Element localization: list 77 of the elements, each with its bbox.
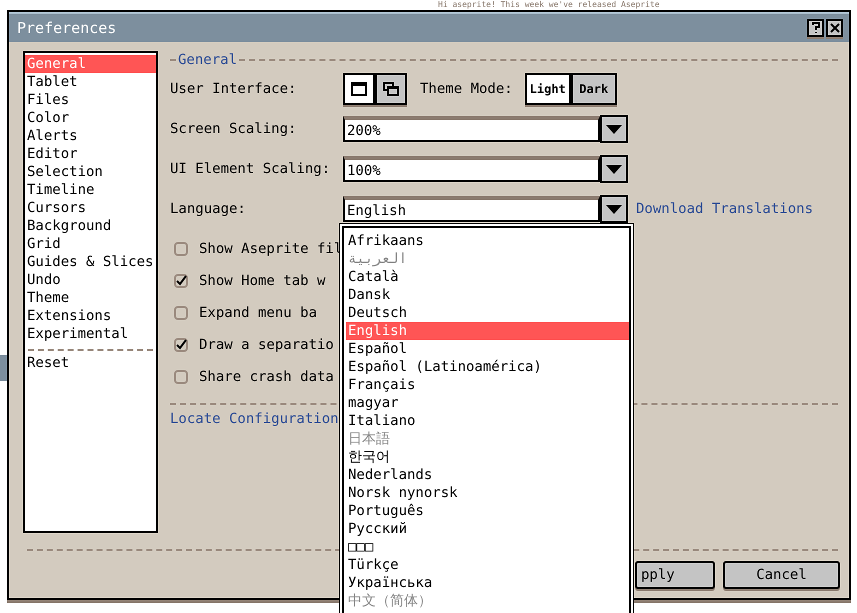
checkbox-label: Show Aseprite fil xyxy=(199,241,342,257)
single-window-button[interactable] xyxy=(343,73,375,105)
theme-mode-button[interactable]: Dark xyxy=(570,73,617,105)
language-option[interactable]: Português xyxy=(346,502,629,520)
category-item[interactable]: Color xyxy=(25,109,156,127)
language-option[interactable]: Русский xyxy=(346,520,629,538)
checkbox[interactable] xyxy=(174,242,188,256)
reset-item[interactable]: Reset xyxy=(25,354,156,372)
download-translations-link[interactable]: Download Translations xyxy=(636,201,814,217)
category-item[interactable]: Editor xyxy=(25,145,156,163)
language-option[interactable]: Français xyxy=(346,376,629,394)
close-button[interactable] xyxy=(826,19,843,37)
language-option[interactable]: 한국어 xyxy=(346,448,629,466)
category-item[interactable]: Theme xyxy=(25,289,156,307)
caret-icon xyxy=(606,124,622,134)
category-item[interactable]: Undo xyxy=(25,271,156,289)
language-option[interactable]: magyar xyxy=(346,394,629,412)
caret-icon xyxy=(606,164,622,174)
field-label: Screen Scaling: xyxy=(170,121,298,137)
checkbox-label: Show Home tab w xyxy=(199,273,326,289)
category-item[interactable]: Selection xyxy=(25,163,156,181)
field-label: Theme Mode: xyxy=(420,81,513,97)
checkbox[interactable] xyxy=(174,370,188,384)
checkbox[interactable] xyxy=(174,306,188,320)
field-label: Language: xyxy=(170,201,247,217)
category-item[interactable]: Alerts xyxy=(25,127,156,145)
language-option[interactable]: Türkçe xyxy=(346,556,629,574)
help-icon xyxy=(810,22,820,34)
language-option[interactable]: Afrikaans xyxy=(346,232,629,250)
help-button[interactable] xyxy=(807,19,824,37)
dropdown-button[interactable] xyxy=(600,155,628,183)
field-label: User Interface: xyxy=(170,81,298,97)
theme-mode-button[interactable]: Light xyxy=(524,73,571,105)
locate-configuration-link[interactable]: Locate Configuration xyxy=(170,411,339,427)
checkbox-label: Draw a separatio xyxy=(199,337,334,353)
language-option[interactable]: Italiano xyxy=(346,412,629,430)
category-item[interactable]: Cursors xyxy=(25,199,156,217)
category-item[interactable]: Guides & Slices xyxy=(25,253,156,271)
language-option[interactable]: 日本語 xyxy=(346,430,629,448)
language-option[interactable]: □□□ xyxy=(346,538,629,556)
screen-scaling-field[interactable]: 200% xyxy=(343,116,600,142)
language-option[interactable]: Dansk xyxy=(346,286,629,304)
language-option[interactable]: Català xyxy=(346,268,629,286)
category-item[interactable]: Grid xyxy=(25,235,156,253)
language-option[interactable]: Nederlands xyxy=(346,466,629,484)
dialog-button[interactable]: Cancel xyxy=(723,561,840,589)
close-icon xyxy=(830,23,840,33)
dropdown-button[interactable] xyxy=(600,115,628,143)
language-option[interactable]: 中文（简体） xyxy=(346,592,629,610)
category-item[interactable]: Files xyxy=(25,91,156,109)
language-field[interactable]: English xyxy=(343,196,600,222)
multiple-windows-button[interactable] xyxy=(375,73,407,105)
field-label: UI Element Scaling: xyxy=(170,161,332,177)
category-item[interactable]: Background xyxy=(25,217,156,235)
language-option[interactable]: Norsk nynorsk xyxy=(346,484,629,502)
checkbox-label: Share crash data xyxy=(199,369,334,385)
checkbox[interactable] xyxy=(174,274,188,288)
checkbox-label: Expand menu ba xyxy=(199,305,318,321)
category-item[interactable]: Timeline xyxy=(25,181,156,199)
ui-scaling-field[interactable]: 100% xyxy=(343,156,600,182)
background-text: Hi aseprite! This week we've released Aseprite xyxy=(438,0,660,9)
category-item[interactable]: Extensions xyxy=(25,307,156,325)
language-option[interactable]: Español (Latinoamérica) xyxy=(346,358,629,376)
language-option[interactable]: العربية xyxy=(346,250,629,268)
dropdown-button[interactable] xyxy=(600,195,628,223)
category-item[interactable]: Experimental xyxy=(25,325,156,343)
language-option[interactable]: Українська xyxy=(346,574,629,592)
dialog-button[interactable]: pply xyxy=(635,561,715,589)
checkbox[interactable] xyxy=(174,338,188,352)
window-icon xyxy=(351,82,367,96)
window-title: Preferences xyxy=(17,19,116,37)
language-option[interactable]: Español xyxy=(346,340,629,358)
category-item[interactable]: Tablet xyxy=(25,73,156,91)
language-option[interactable]: Deutsch xyxy=(346,304,629,322)
caret-icon xyxy=(606,204,622,214)
section-title: General xyxy=(178,52,238,68)
windows-icon xyxy=(383,82,399,96)
